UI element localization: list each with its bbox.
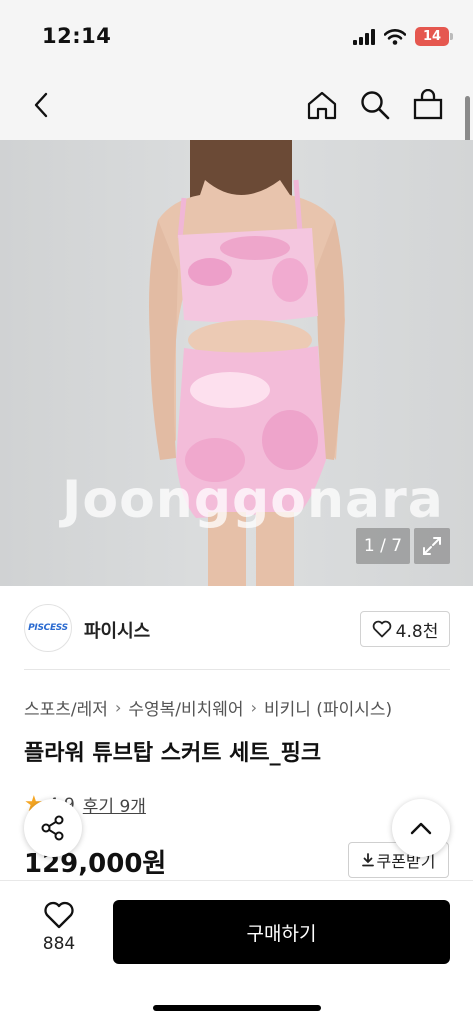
heart-icon (44, 901, 74, 929)
seller-logo[interactable]: PISCESS (24, 604, 72, 652)
product-image[interactable]: Joonggonara 1 / 7 (0, 140, 473, 586)
buy-button[interactable]: 구매하기 (113, 900, 450, 964)
battery-icon: 14 (415, 27, 453, 46)
image-counter: 1 / 7 (356, 528, 410, 564)
heart-icon (372, 620, 391, 638)
breadcrumb: 스포츠/레저 › 수영복/비치웨어 › 비키니 (파이시스) (24, 695, 392, 720)
signal-icon (353, 28, 375, 45)
wish-button[interactable]: 884 (24, 901, 94, 963)
product-title: 플라워 튜브탑 스커트 세트_핑크 (24, 741, 322, 766)
cart-icon (413, 89, 443, 120)
chevron-up-icon (410, 822, 432, 835)
cart-button[interactable] (407, 84, 449, 126)
breadcrumb-item[interactable]: 스포츠/레저 (24, 695, 108, 720)
status-icons: 14 (353, 27, 453, 46)
chevron-right-icon: › (114, 698, 122, 717)
search-button[interactable] (354, 84, 396, 126)
download-icon (361, 853, 374, 867)
share-icon (41, 815, 64, 841)
seller-like-button[interactable]: 4.8천 (360, 611, 450, 647)
scroll-top-button[interactable] (392, 799, 450, 857)
expand-icon (423, 537, 441, 555)
seller-like-count: 4.8천 (395, 621, 439, 642)
divider (24, 669, 450, 670)
wish-count: 884 (42, 934, 76, 954)
home-icon (307, 91, 337, 120)
watermark: Joonggonara (62, 470, 444, 530)
home-indicator[interactable] (153, 1005, 321, 1011)
share-button[interactable] (24, 799, 82, 857)
status-time: 12:14 (42, 24, 112, 48)
bottom-bar: 884 구매하기 (0, 880, 473, 1024)
breadcrumb-item[interactable]: 수영복/비치웨어 (128, 695, 243, 720)
search-icon (361, 91, 390, 120)
seller-logo-text: PISCESS (28, 623, 68, 633)
nav-bar (0, 72, 473, 140)
status-bar: 12:14 14 (0, 0, 473, 72)
back-button[interactable] (20, 84, 62, 126)
expand-button[interactable] (414, 528, 450, 564)
breadcrumb-item[interactable]: 비키니 (파이시스) (264, 695, 392, 720)
wifi-icon (384, 28, 406, 45)
seller-row[interactable]: PISCESS 파이시스 4.8천 (24, 604, 450, 654)
chevron-right-icon: › (250, 698, 257, 717)
seller-name[interactable]: 파이시스 (84, 617, 150, 643)
review-link[interactable]: 후기 9개 (83, 792, 146, 817)
home-button[interactable] (301, 84, 343, 126)
back-icon (34, 92, 48, 118)
